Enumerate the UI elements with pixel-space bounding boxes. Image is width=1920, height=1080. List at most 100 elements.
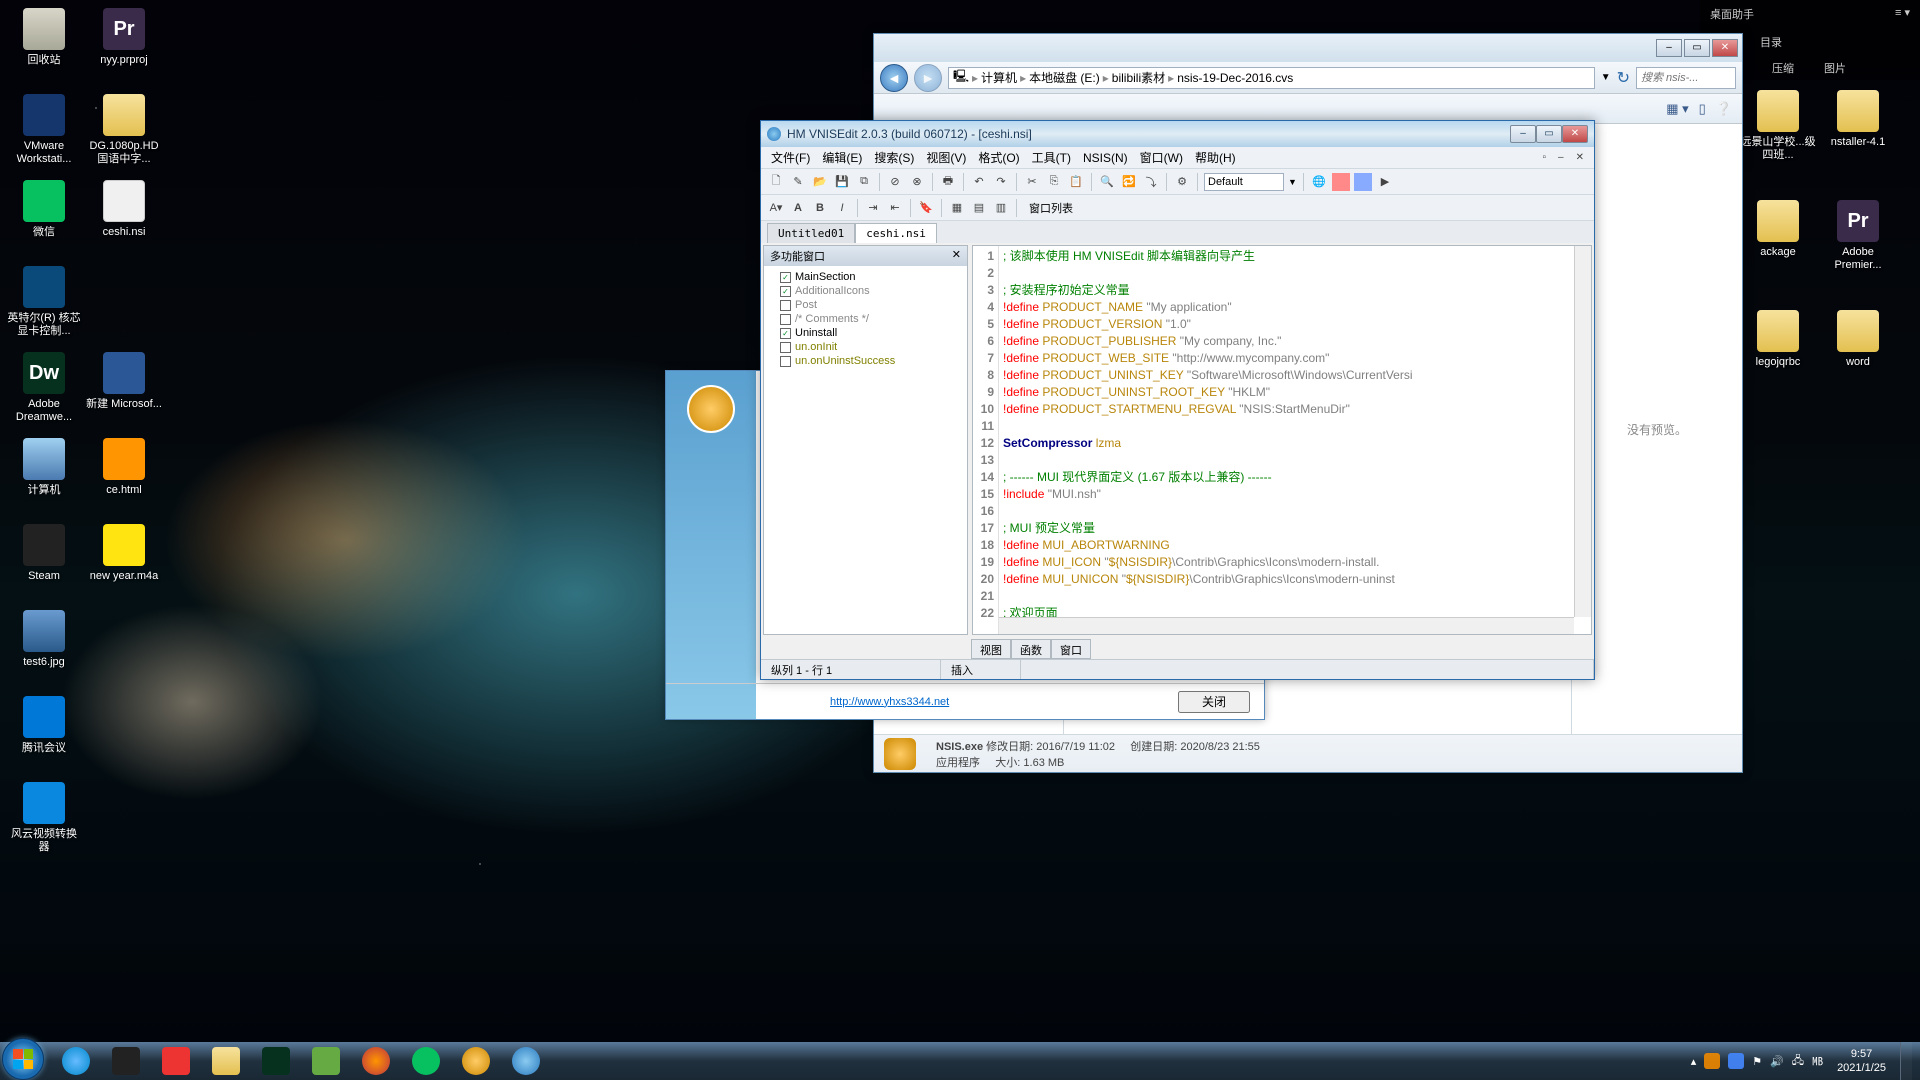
- pin-wechat[interactable]: [402, 1044, 450, 1078]
- close-button[interactable]: ✕: [1562, 125, 1588, 143]
- outdent-icon[interactable]: ⇤: [886, 199, 904, 217]
- desktop-icon[interactable]: 腾讯会议: [6, 696, 82, 755]
- tray-flag-icon[interactable]: ⚑: [1752, 1055, 1762, 1068]
- replace-icon[interactable]: 🔁: [1120, 173, 1138, 191]
- wizard-icon[interactable]: ✎: [789, 173, 807, 191]
- wizard-close-button[interactable]: 关闭: [1178, 691, 1250, 713]
- show-desktop-button[interactable]: [1900, 1042, 1912, 1080]
- output-tab[interactable]: 窗口: [1051, 639, 1091, 659]
- pin-youdao[interactable]: [152, 1044, 200, 1078]
- bookmark-icon[interactable]: 🔖: [917, 199, 935, 217]
- close-file-icon[interactable]: ⊘: [886, 173, 904, 191]
- menu-item[interactable]: NSIS(N): [1079, 149, 1132, 167]
- code-editor[interactable]: 12345678910111213141516171819202122 ; 该脚…: [972, 245, 1592, 635]
- blue-tool-icon[interactable]: [1354, 173, 1372, 191]
- menu-item[interactable]: 视图(V): [922, 147, 970, 168]
- combo-dropdown-icon[interactable]: ▼: [1288, 177, 1297, 187]
- section-node[interactable]: Post: [768, 298, 963, 312]
- forward-button[interactable]: ►: [914, 64, 942, 92]
- start-button[interactable]: [2, 1038, 44, 1080]
- desktop-icon[interactable]: nstaller-4.1: [1820, 90, 1896, 149]
- section-node[interactable]: ✓Uninstall: [768, 326, 963, 340]
- breadcrumb[interactable]: 🖳▸计算机▸本地磁盘 (E:)▸bilibili素材▸nsis-19-Dec-2…: [948, 67, 1595, 89]
- desktop-icon[interactable]: test6.jpg: [6, 610, 82, 669]
- desktop-icon[interactable]: 微信: [6, 180, 82, 239]
- red-tool-icon[interactable]: [1332, 173, 1350, 191]
- code-area[interactable]: ; 该脚本使用 HM VNISEdit 脚本编辑器向导产生 ; 安装程序初始定义…: [999, 246, 1591, 634]
- desktop-icon[interactable]: 回收站: [6, 8, 82, 67]
- section-node[interactable]: un.onInit: [768, 340, 963, 354]
- bottom-tabs[interactable]: 视图函数窗口: [971, 639, 1091, 659]
- breadcrumb-segment[interactable]: nsis-19-Dec-2016.cvs: [1177, 71, 1293, 85]
- compile-icon[interactable]: ⚙: [1173, 173, 1191, 191]
- desktop-icon[interactable]: legojqrbc: [1740, 310, 1816, 369]
- open-icon[interactable]: 📂: [811, 173, 829, 191]
- desktop-icon[interactable]: 英特尔(R) 核芯显卡控制...: [6, 266, 82, 338]
- section-node[interactable]: un.onUninstSuccess: [768, 354, 963, 368]
- panel1-icon[interactable]: ▦: [948, 199, 966, 217]
- breadcrumb-dropdown-icon[interactable]: ▼: [1601, 72, 1611, 83]
- desktop-icon[interactable]: 计算机: [6, 438, 82, 497]
- desktop-icon[interactable]: ce.html: [86, 438, 162, 497]
- redo-icon[interactable]: ↷: [992, 173, 1010, 191]
- tray-icon[interactable]: [1704, 1053, 1720, 1069]
- desktop-icon[interactable]: 风云视频转换器: [6, 782, 82, 854]
- tray-ime-icon[interactable]: ㎆: [1812, 1053, 1823, 1069]
- print-icon[interactable]: 🖶: [939, 173, 957, 191]
- maximize-button[interactable]: ▭: [1536, 125, 1562, 143]
- menu-item[interactable]: 工具(T): [1028, 147, 1075, 168]
- copy-icon[interactable]: ⎘: [1045, 173, 1063, 191]
- desktop-icon[interactable]: Steam: [6, 524, 82, 583]
- next-icon[interactable]: ▶: [1376, 173, 1394, 191]
- desktop-icon[interactable]: ackage: [1740, 200, 1816, 259]
- section-node[interactable]: ✓MainSection: [768, 270, 963, 284]
- findnext-icon[interactable]: ⤵: [1142, 173, 1160, 191]
- panel2-icon[interactable]: ▤: [970, 199, 988, 217]
- save-icon[interactable]: 💾: [833, 173, 851, 191]
- assistant-category[interactable]: 图片: [1824, 60, 1846, 76]
- help-icon[interactable]: ❔: [1716, 101, 1732, 117]
- taskbar[interactable]: ▴ ⚑ 🔊 🖧 ㎆ 9:57 2021/1/25: [0, 1042, 1920, 1080]
- font-inc-icon[interactable]: A: [789, 199, 807, 217]
- output-tab[interactable]: 视图: [971, 639, 1011, 659]
- window-list-button[interactable]: 窗口列表: [1023, 200, 1079, 216]
- pin-firefox[interactable]: [352, 1044, 400, 1078]
- desktop-icon[interactable]: ceshi.nsi: [86, 180, 162, 239]
- breadcrumb-segment[interactable]: 计算机: [981, 69, 1017, 86]
- bold-icon[interactable]: B: [811, 199, 829, 217]
- mdi-min-icon[interactable]: –: [1554, 150, 1568, 165]
- hmedit-menubar[interactable]: 文件(F)编辑(E)搜索(S)视图(V)格式(O)工具(T)NSIS(N)窗口(…: [761, 147, 1594, 169]
- editor-tab[interactable]: ceshi.nsi: [855, 223, 937, 243]
- breadcrumb-segment[interactable]: 本地磁盘 (E:): [1029, 69, 1100, 86]
- mdi-close-icon[interactable]: ✕: [1572, 150, 1588, 165]
- panel3-icon[interactable]: ▥: [992, 199, 1010, 217]
- tray-network-icon[interactable]: 🖧: [1792, 1052, 1804, 1071]
- explorer-titlebar[interactable]: – ▭ ✕: [874, 34, 1742, 62]
- pin-ie[interactable]: [52, 1044, 100, 1078]
- hmedit-toolbar-2[interactable]: A▾ A B I ⇥ ⇤ 🔖 ▦ ▤ ▥ 窗口列表: [761, 195, 1594, 221]
- font-dec-icon[interactable]: A▾: [767, 199, 785, 217]
- function-pane[interactable]: 多功能窗口 ✕ ✓MainSection✓AdditionalIconsPost…: [763, 245, 968, 635]
- tray-icon[interactable]: [1728, 1053, 1744, 1069]
- new-icon[interactable]: 🗋: [767, 173, 785, 191]
- desktop-icon[interactable]: 远景山学校...级四班...: [1740, 90, 1816, 162]
- pin-explorer[interactable]: [202, 1044, 250, 1078]
- globe-icon[interactable]: 🌐: [1310, 173, 1328, 191]
- pin-hmedit[interactable]: [502, 1044, 550, 1078]
- system-tray[interactable]: ▴ ⚑ 🔊 🖧 ㎆ 9:57 2021/1/25: [1683, 1042, 1920, 1080]
- closeall-icon[interactable]: ⊗: [908, 173, 926, 191]
- hmedit-titlebar[interactable]: HM VNISEdit 2.0.3 (build 060712) - [cesh…: [761, 121, 1594, 147]
- funcpane-close-icon[interactable]: ✕: [952, 248, 961, 264]
- desktop-icon[interactable]: DwAdobe Dreamwe...: [6, 352, 82, 424]
- pin-nsis[interactable]: [452, 1044, 500, 1078]
- menu-item[interactable]: 搜索(S): [870, 147, 918, 168]
- desktop-icon[interactable]: PrAdobe Premier...: [1820, 200, 1896, 272]
- menu-item[interactable]: 格式(O): [974, 147, 1023, 168]
- find-icon[interactable]: 🔍: [1098, 173, 1116, 191]
- close-button[interactable]: ✕: [1712, 39, 1738, 57]
- maximize-button[interactable]: ▭: [1684, 39, 1710, 57]
- menu-item[interactable]: 编辑(E): [818, 147, 866, 168]
- editor-tab[interactable]: Untitled01: [767, 223, 855, 243]
- saveall-icon[interactable]: ⧉: [855, 173, 873, 191]
- paste-icon[interactable]: 📋: [1067, 173, 1085, 191]
